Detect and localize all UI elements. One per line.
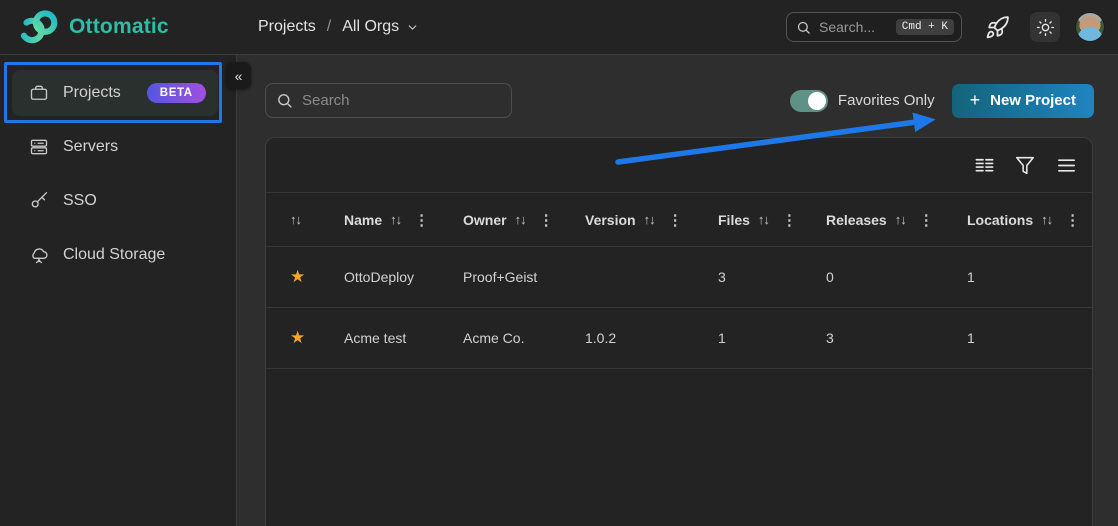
header-label: Name (344, 212, 382, 228)
rocket-icon (985, 15, 1010, 40)
sidebar-item-label: Projects (63, 84, 121, 102)
header-label: Owner (463, 212, 507, 228)
org-selector-label: All Orgs (342, 18, 399, 36)
projects-table-card: ↑↓ Name ↑↓ ⋮ Owner ↑↓ ⋮ Version ↑↓ ⋮ (265, 137, 1093, 526)
sidebar-item-projects[interactable]: Projects BETA (12, 70, 218, 116)
table-header-row: ↑↓ Name ↑↓ ⋮ Owner ↑↓ ⋮ Version ↑↓ ⋮ (266, 193, 1092, 247)
cell-name: Acme test (344, 330, 463, 346)
logo-text: Ottomatic (69, 15, 169, 39)
sort-icon[interactable]: ↑↓ (1041, 212, 1052, 227)
global-search[interactable]: Cmd + K (786, 12, 962, 42)
sidebar-item-label: Cloud Storage (63, 246, 165, 264)
sidebar: Projects BETA Servers SSO Cloud (0, 55, 237, 526)
new-project-label: New Project (990, 92, 1076, 109)
breadcrumb-separator: / (327, 18, 331, 36)
table-row[interactable]: ★ Acme test Acme Co. 1.0.2 1 3 1 (266, 308, 1092, 369)
header-label: Version (585, 212, 636, 228)
main-actions: Favorites Only + New Project (790, 83, 1094, 118)
toggle-knob (808, 92, 826, 110)
favorites-only-toggle[interactable] (790, 90, 828, 112)
table-toolbar (266, 138, 1092, 193)
sort-icon[interactable]: ↑↓ (515, 212, 526, 227)
topbar-actions: Cmd + K (786, 12, 1105, 42)
cell-name: OttoDeploy (344, 269, 463, 285)
column-view-button[interactable] (971, 152, 997, 178)
app-logo: Ottomatic (18, 8, 169, 46)
key-icon (29, 191, 49, 211)
cell-releases: 0 (826, 269, 967, 285)
sidebar-collapse-button[interactable]: « (226, 62, 251, 89)
theme-toggle-button[interactable] (1030, 12, 1060, 42)
search-icon (276, 92, 293, 109)
beta-badge: BETA (147, 83, 206, 103)
cell-owner: Acme Co. (463, 330, 585, 346)
sort-icon[interactable]: ↑↓ (290, 212, 301, 227)
column-menu-icon[interactable]: ⋮ (782, 211, 797, 229)
main-content: Favorites Only + New Project (238, 55, 1118, 526)
briefcase-icon (29, 83, 49, 103)
filter-button[interactable] (1012, 152, 1038, 178)
cell-locations: 1 (967, 330, 1092, 346)
cell-files: 3 (718, 269, 826, 285)
sidebar-item-label: SSO (63, 192, 97, 210)
server-icon (29, 137, 49, 157)
breadcrumb-section[interactable]: Projects (258, 18, 316, 36)
project-search-input[interactable] (265, 83, 512, 118)
header-label: Files (718, 212, 750, 228)
cell-version: 1.0.2 (585, 330, 718, 346)
menu-button[interactable] (1053, 152, 1079, 178)
favorites-only-label: Favorites Only (838, 92, 935, 109)
user-avatar[interactable] (1075, 12, 1105, 42)
column-menu-icon[interactable]: ⋮ (1065, 211, 1080, 229)
column-menu-icon[interactable]: ⋮ (919, 211, 934, 229)
cell-owner: Proof+Geist (463, 269, 585, 285)
header-releases: Releases ↑↓ ⋮ (826, 211, 967, 229)
org-selector[interactable]: All Orgs (342, 18, 419, 36)
sort-icon[interactable]: ↑↓ (644, 212, 655, 227)
sidebar-item-label: Servers (63, 138, 118, 156)
sidebar-item-cloud-storage[interactable]: Cloud Storage (12, 232, 218, 278)
ottomatic-logo-icon (18, 8, 60, 46)
breadcrumb: Projects / All Orgs (258, 18, 419, 36)
app-window: Ottomatic Projects / All Orgs Cmd + K (0, 0, 1118, 526)
search-icon (796, 20, 811, 35)
cell-releases: 3 (826, 330, 967, 346)
global-search-input[interactable] (819, 19, 896, 35)
project-search (265, 83, 512, 118)
cell-locations: 1 (967, 269, 1092, 285)
header-label: Locations (967, 212, 1033, 228)
top-bar: Ottomatic Projects / All Orgs Cmd + K (0, 0, 1118, 55)
header-favorite: ↑↓ (266, 212, 344, 227)
sort-icon[interactable]: ↑↓ (390, 212, 401, 227)
whats-new-button[interactable] (985, 15, 1010, 40)
header-files: Files ↑↓ ⋮ (718, 211, 826, 229)
sort-icon[interactable]: ↑↓ (895, 212, 906, 227)
sidebar-item-servers[interactable]: Servers (12, 124, 218, 170)
new-project-button[interactable]: + New Project (952, 84, 1094, 118)
filter-funnel-icon (1014, 154, 1036, 176)
header-version: Version ↑↓ ⋮ (585, 211, 718, 229)
hamburger-menu-icon (1055, 154, 1078, 177)
plus-icon: + (970, 90, 981, 111)
header-locations: Locations ↑↓ ⋮ (967, 211, 1092, 229)
cloud-icon (29, 245, 49, 265)
favorite-star-icon[interactable]: ★ (290, 328, 305, 347)
favorite-star-icon[interactable]: ★ (290, 267, 305, 286)
search-shortcut-badge: Cmd + K (896, 19, 954, 35)
sidebar-item-sso[interactable]: SSO (12, 178, 218, 224)
table-row[interactable]: ★ OttoDeploy Proof+Geist 3 0 1 (266, 247, 1092, 308)
header-name: Name ↑↓ ⋮ (344, 211, 463, 229)
header-label: Releases (826, 212, 887, 228)
sun-icon (1036, 18, 1055, 37)
header-owner: Owner ↑↓ ⋮ (463, 211, 585, 229)
column-menu-icon[interactable]: ⋮ (414, 211, 429, 229)
cell-files: 1 (718, 330, 826, 346)
column-menu-icon[interactable]: ⋮ (539, 211, 554, 229)
column-menu-icon[interactable]: ⋮ (668, 211, 683, 229)
chevron-down-icon (406, 21, 419, 34)
columns-icon (973, 154, 996, 177)
sort-icon[interactable]: ↑↓ (758, 212, 769, 227)
